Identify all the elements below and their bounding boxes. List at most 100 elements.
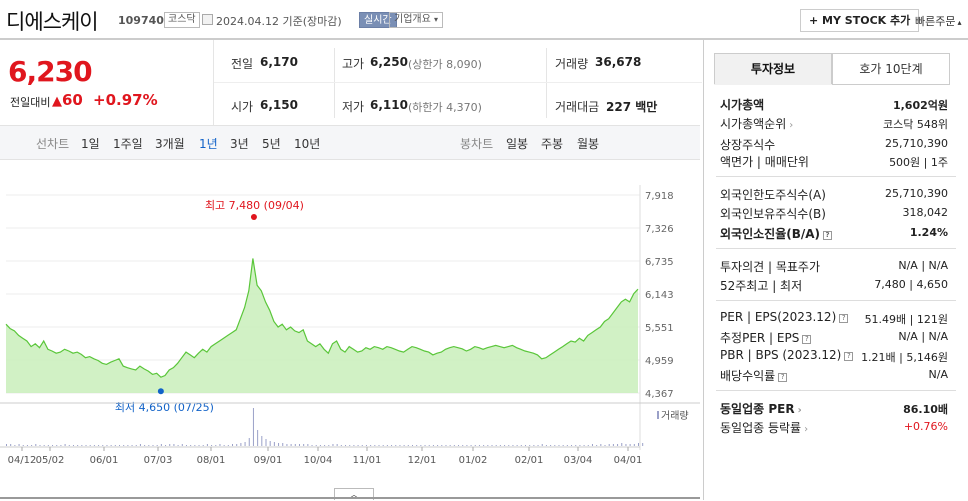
change-percent: +0.97%	[93, 91, 158, 109]
volume-bar	[298, 444, 300, 446]
info-label: 동일업종 PER ›	[720, 400, 802, 417]
chevron-right-icon[interactable]: ›	[804, 424, 808, 435]
volume-bar	[102, 445, 104, 446]
volume-bar	[303, 444, 305, 446]
change-label: 전일대비	[10, 96, 51, 109]
volume-bar	[629, 444, 631, 446]
volume-bar	[353, 445, 355, 446]
volume-bar	[336, 444, 338, 446]
line-chart-label: 선차트	[36, 137, 70, 151]
tab-investment-info[interactable]: 투자정보	[714, 53, 832, 85]
volume-bar	[123, 445, 125, 446]
period-1w[interactable]: 1주일	[113, 135, 143, 152]
volume-bar	[470, 445, 472, 446]
volume-bar	[181, 444, 183, 446]
volume-bar	[487, 445, 489, 446]
add-my-stock-button[interactable]: + MY STOCK 추가	[800, 9, 920, 32]
period-1y[interactable]: 1년	[199, 135, 218, 152]
quick-order-link[interactable]: 빠른주문 ▴	[915, 13, 962, 29]
volume-bar	[60, 445, 62, 446]
period-1d[interactable]: 1일	[81, 135, 100, 152]
price-chart[interactable]: 7,918 7,326 6,735 6,143 5,551 4,959 4,367 최고 7,…	[0, 160, 700, 488]
help-icon[interactable]: ?	[823, 231, 833, 240]
stock-code: 109740	[118, 14, 164, 27]
volume-bar	[39, 445, 41, 446]
volume-bar	[361, 445, 363, 446]
volume-bar	[232, 444, 234, 446]
lower-limit: (하한가 4,370)	[408, 101, 482, 114]
info-value: +0.76%	[903, 420, 948, 433]
volume-bar	[311, 445, 313, 446]
y-tick-label: 5,551	[645, 323, 674, 334]
help-icon[interactable]: ?	[844, 352, 854, 361]
company-overview-label: 기업개요	[394, 14, 431, 25]
y-tick-label: 4,959	[645, 356, 674, 367]
volume-bar	[516, 445, 518, 446]
volume-bar	[6, 444, 7, 446]
info-label: 외국인소진율(B/A)?	[720, 225, 833, 242]
info-label-text: 투자의견 | 목표주가	[720, 260, 820, 274]
volume-bar	[382, 445, 384, 446]
volume-bar	[290, 444, 292, 446]
volume-label: 거래량	[555, 57, 589, 71]
tab-order-book[interactable]: 호가 10단계	[832, 53, 950, 85]
info-label: 시가총액순위 ›	[720, 115, 793, 132]
help-icon[interactable]: ?	[839, 314, 849, 323]
help-icon[interactable]: ?	[802, 335, 812, 344]
info-label-text: 추정PER | EPS	[720, 331, 800, 345]
volume-bar	[499, 445, 501, 446]
period-3m[interactable]: 3개월	[155, 135, 185, 152]
row-divider	[716, 248, 956, 249]
date-text: 2024.04.12 기준(장마감)	[216, 15, 342, 28]
volume-bar	[575, 445, 577, 446]
company-overview-dropdown[interactable]: 기업개요 ▾	[389, 12, 444, 28]
volume-value: 36,678	[595, 55, 642, 69]
period-5y[interactable]: 5년	[262, 135, 281, 152]
volume-bar	[324, 445, 326, 446]
volume-bar	[72, 445, 74, 446]
info-label: 추정PER | EPS?	[720, 329, 812, 346]
high-value: 6,250	[370, 55, 408, 69]
x-tick-label: 04/12	[8, 455, 37, 466]
x-tick-label: 09/01	[254, 455, 283, 466]
volume-bar	[583, 445, 585, 446]
period-10y[interactable]: 10년	[294, 135, 320, 152]
volume-bar	[89, 445, 91, 446]
volume-bar	[319, 445, 321, 446]
volume-bar	[407, 445, 409, 446]
volume-bar	[399, 445, 401, 446]
period-3y[interactable]: 3년	[230, 135, 249, 152]
volume-bar	[420, 445, 422, 446]
info-label: 52주최고 | 최저	[720, 277, 802, 294]
change-amount: 60	[62, 91, 83, 109]
volume-bar	[541, 444, 543, 446]
volume-bar	[252, 408, 254, 446]
volume-bar	[278, 443, 280, 446]
volume-bar	[604, 445, 606, 446]
calendar-icon	[202, 14, 213, 25]
volume-bar	[273, 442, 275, 446]
volume-bar	[345, 445, 347, 446]
info-value: N/A | N/A	[898, 330, 948, 343]
candle-monthly[interactable]: 월봉	[577, 135, 599, 152]
x-tick-label: 08/01	[197, 455, 226, 466]
chevron-right-icon[interactable]: ›	[789, 120, 793, 131]
volume-bar	[114, 445, 116, 446]
chevron-right-icon[interactable]: ›	[798, 405, 802, 416]
candle-daily[interactable]: 일봉	[506, 135, 528, 152]
volume-bar	[328, 445, 330, 446]
info-label-text: 동일업종 PER	[720, 402, 795, 416]
candle-weekly[interactable]: 주봉	[541, 135, 563, 152]
volume-bar	[365, 445, 367, 446]
prev-close-label: 전일	[231, 57, 254, 71]
divider	[334, 48, 335, 118]
volume-bar	[395, 445, 397, 446]
volume-bar	[587, 445, 589, 446]
tab-underline	[714, 84, 832, 85]
volume-bar	[524, 445, 526, 446]
price-area	[6, 258, 638, 393]
volume-bar	[453, 445, 455, 446]
help-icon[interactable]: ?	[778, 373, 788, 382]
volume-bar	[378, 445, 380, 446]
volume-bar	[106, 445, 108, 446]
